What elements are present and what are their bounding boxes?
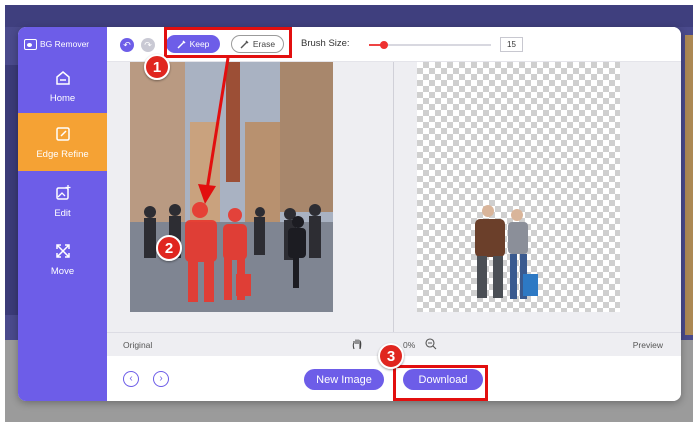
home-icon xyxy=(55,70,70,85)
new-image-button[interactable]: New Image xyxy=(304,369,384,390)
redo-icon: ↷ xyxy=(144,39,152,50)
background-decoration xyxy=(685,35,693,335)
zoom-level: 0% xyxy=(403,340,416,350)
undo-icon: ↶ xyxy=(123,39,131,50)
undo-button[interactable]: ↶ xyxy=(120,38,134,52)
download-highlight xyxy=(393,365,488,401)
brush-size-label: Brush Size: xyxy=(301,38,350,49)
image-logo-icon xyxy=(24,38,37,50)
sidebar-item-label: Move xyxy=(50,265,75,277)
bg-remover-window: BG Remover Home Edge Refine Edit Move ↶ … xyxy=(18,27,681,401)
brush-size-value[interactable]: 15 xyxy=(500,37,523,52)
background-stripe xyxy=(5,5,693,27)
keep-erase-highlight xyxy=(164,27,292,58)
slider-handle[interactable] xyxy=(379,41,388,49)
canvas-divider xyxy=(393,62,394,332)
chevron-left-icon: ‹ xyxy=(129,373,133,384)
sidebar: BG Remover Home Edge Refine Edit Move xyxy=(18,27,107,401)
sidebar-item-move[interactable]: Move xyxy=(18,230,107,288)
edit-image-icon xyxy=(55,184,70,200)
edge-refine-icon xyxy=(55,126,70,141)
hand-pan-icon[interactable] xyxy=(351,338,363,350)
preview-label: Preview xyxy=(632,340,663,350)
brand-name: BG Remover xyxy=(40,39,90,49)
move-icon xyxy=(55,243,70,258)
background-decoration xyxy=(5,65,19,315)
sidebar-item-label: Edit xyxy=(54,207,71,219)
brush-size-slider[interactable] xyxy=(369,41,491,49)
sidebar-item-label: Home xyxy=(49,92,76,104)
sidebar-item-label: Edge Refine xyxy=(36,148,89,160)
original-label: Original xyxy=(123,340,153,350)
brand: BG Remover xyxy=(24,36,104,52)
previous-button[interactable]: ‹ xyxy=(123,371,139,387)
step-badge-3: 3 xyxy=(378,343,404,369)
step-badge-2: 2 xyxy=(156,235,182,261)
sidebar-item-edit[interactable]: Edit xyxy=(18,172,107,230)
step-badge-1: 1 xyxy=(144,54,170,80)
next-button[interactable]: › xyxy=(153,371,169,387)
street-photo-illustration xyxy=(130,62,333,312)
canvas-area xyxy=(107,62,681,332)
cutout-people-illustration xyxy=(475,205,538,299)
redo-button[interactable]: ↷ xyxy=(141,38,155,52)
preview-image[interactable] xyxy=(417,62,620,312)
zoom-out-icon[interactable] xyxy=(425,338,437,350)
sidebar-item-home[interactable]: Home xyxy=(18,57,107,115)
sidebar-item-edge-refine[interactable]: Edge Refine xyxy=(18,113,107,171)
original-image[interactable] xyxy=(130,62,333,312)
chevron-right-icon: › xyxy=(159,373,163,384)
